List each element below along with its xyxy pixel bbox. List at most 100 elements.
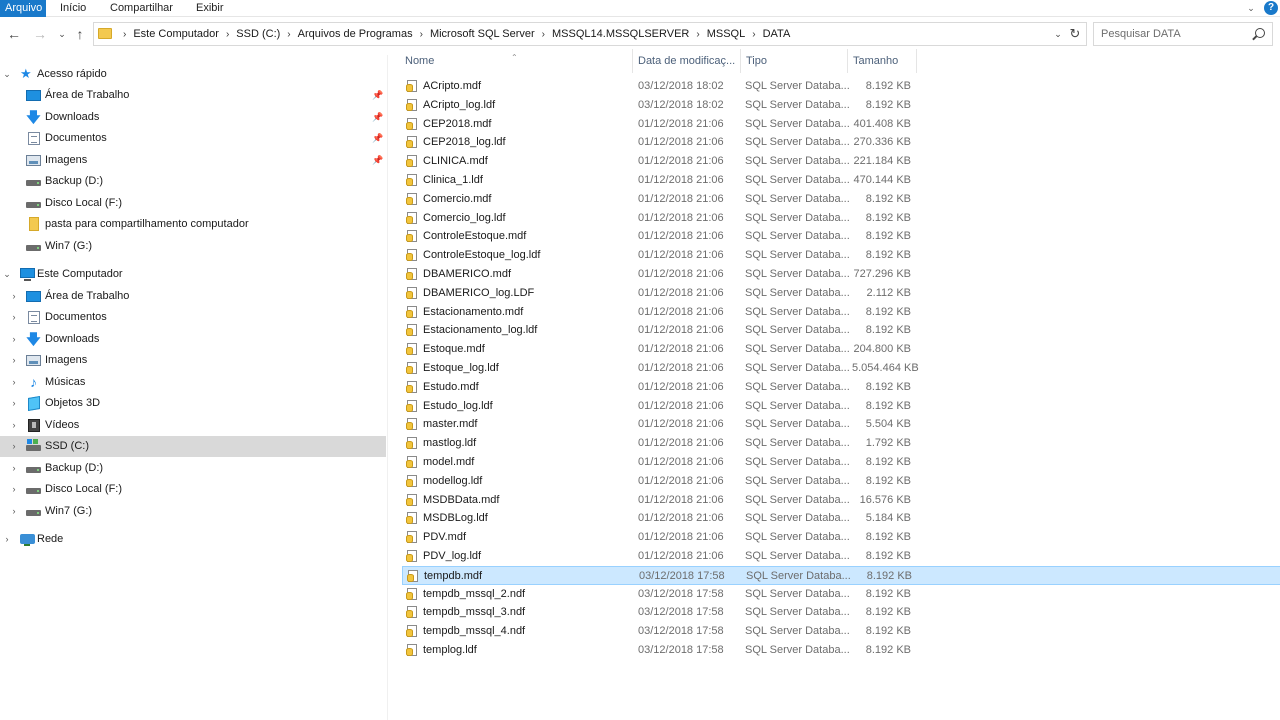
breadcrumb-separator-icon[interactable]: › [420,24,423,46]
file-row[interactable]: ControleEstoque_log.ldf 01/12/2018 21:06 S… [402,246,1280,265]
breadcrumb-microsoft-sql-server[interactable]: Microsoft SQL Server [430,28,535,40]
tab-arquivo[interactable]: Arquivo [0,0,46,17]
refresh-icon[interactable]: ↻ [1067,23,1083,45]
file-row[interactable]: Comercio.mdf 01/12/2018 21:06 SQL Server D… [402,190,1280,209]
file-row[interactable]: model.mdf 01/12/2018 21:06 SQL Server Data… [402,453,1280,472]
file-row[interactable]: CEP2018_log.ldf 01/12/2018 21:06 SQL Serve… [402,133,1280,152]
tree-item-pc-videos[interactable]: › Vídeos [0,415,386,436]
tree-item-rede[interactable]: › Rede [0,529,386,550]
file-row[interactable]: ACripto_log.ldf 03/12/2018 18:02 SQL Serve… [402,96,1280,115]
tab-compartilhar[interactable]: Compartilhar [104,0,179,17]
address-bar[interactable]: › Este Computador › SSD (C:) › Arquivos de Pr… [93,22,1087,46]
pin-icon[interactable]: 📌 [372,150,383,171]
back-arrow-icon[interactable]: ← [5,24,23,44]
file-row[interactable]: MSDBLog.ldf 01/12/2018 21:06 SQL Server Da… [402,509,1280,528]
tree-item-imagens[interactable]: Imagens 📌 [0,150,386,171]
breadcrumb-mssql14-mssqlserver[interactable]: MSSQL14.MSSQLSERVER [552,28,689,40]
tree-item-pc-ssd-c[interactable]: › SSD (C:) [0,436,386,457]
file-row[interactable]: CLINICA.mdf 01/12/2018 21:06 SQL Server Da… [402,152,1280,171]
tree-item-pc-objetos-3d[interactable]: › Objetos 3D [0,393,386,414]
tab-exibir[interactable]: Exibir [190,0,230,17]
chevron-right-icon[interactable]: › [8,393,20,414]
tree-item-pc-musicas[interactable]: › ♪ Músicas [0,372,386,393]
column-header-name[interactable]: Nome ⌃ [400,49,632,73]
chevron-down-icon[interactable]: ⌄ [1244,0,1258,16]
chevron-right-icon[interactable]: › [8,372,20,393]
tree-item-pc-downloads[interactable]: › 🡇 Downloads [0,329,386,350]
chevron-right-icon[interactable]: › [8,415,20,436]
chevron-down-icon[interactable]: ⌄ [1,264,13,285]
tree-item-backup-d[interactable]: Backup (D:) [0,171,386,192]
tree-item-acesso-rapido[interactable]: ⌄ ★ Acesso rápido [0,64,386,85]
chevron-down-icon[interactable]: ⌄ [1,64,13,85]
file-row[interactable]: tempdb_mssql_4.ndf 03/12/2018 17:58 SQL Se… [402,622,1280,641]
tree-item-win7-g[interactable]: Win7 (G:) [0,236,386,257]
file-row[interactable]: Estacionamento.mdf 01/12/2018 21:06 SQL Se… [402,303,1280,322]
breadcrumb-ssd-c[interactable]: SSD (C:) [236,28,280,40]
file-row[interactable]: MSDBData.mdf 01/12/2018 21:06 SQL Server D… [402,491,1280,510]
tree-item-downloads[interactable]: 🡇 Downloads 📌 [0,107,386,128]
chevron-right-icon[interactable]: › [8,479,20,500]
file-row[interactable]: tempdb.mdf 03/12/2018 17:58 SQL Server Dat… [402,565,1280,585]
file-row[interactable]: mastlog.ldf 01/12/2018 21:06 SQL Server Da… [402,434,1280,453]
file-row[interactable]: Estudo_log.ldf 01/12/2018 21:06 SQL Server… [402,397,1280,416]
file-row[interactable]: CEP2018.mdf 01/12/2018 21:06 SQL Server Da… [402,115,1280,134]
chevron-right-icon[interactable]: › [8,350,20,371]
tree-item-disco-local-f[interactable]: Disco Local (F:) [0,193,386,214]
tree-item-este-computador[interactable]: ⌄ Este Computador [0,264,386,285]
file-row[interactable]: modellog.ldf 01/12/2018 21:06 SQL Server D… [402,472,1280,491]
search-icon[interactable] [1255,28,1265,38]
tab-inicio[interactable]: Início [54,0,92,17]
tree-item-pc-win7-g[interactable]: › Win7 (G:) [0,501,386,522]
file-row[interactable]: DBAMERICO.mdf 01/12/2018 21:06 SQL Server … [402,265,1280,284]
breadcrumb-separator-icon[interactable]: › [752,24,755,46]
file-row[interactable]: Estoque_log.ldf 01/12/2018 21:06 SQL Serve… [402,359,1280,378]
column-header-type[interactable]: Tipo [741,49,847,73]
tree-item-area-de-trabalho[interactable]: Área de Trabalho 📌 [0,85,386,106]
chevron-right-icon[interactable]: › [8,329,20,350]
file-row[interactable]: Estacionamento_log.ldf 01/12/2018 21:06 SQ… [402,321,1280,340]
breadcrumb-separator-icon[interactable]: › [287,24,290,46]
chevron-right-icon[interactable]: › [1,529,13,550]
chevron-right-icon[interactable]: › [8,501,20,522]
forward-arrow-icon[interactable]: → [31,24,49,44]
pin-icon[interactable]: 📌 [372,85,383,106]
address-dropdown-icon[interactable]: ⌄ [1052,23,1064,45]
recent-locations-chevron-icon[interactable]: ⌄ [53,24,71,44]
file-row[interactable]: master.mdf 01/12/2018 21:06 SQL Server Dat… [402,415,1280,434]
column-header-size[interactable]: Tamanho [848,49,916,73]
breadcrumb-mssql[interactable]: MSSQL [707,28,746,40]
chevron-right-icon[interactable]: › [8,436,20,457]
file-row[interactable]: PDV_log.ldf 01/12/2018 21:06 SQL Server Da… [402,547,1280,566]
file-row[interactable]: Estoque.mdf 01/12/2018 21:06 SQL Server Da… [402,340,1280,359]
file-row[interactable]: DBAMERICO_log.LDF 01/12/2018 21:06 SQL Ser… [402,284,1280,303]
column-divider[interactable] [916,49,917,73]
column-header-date[interactable]: Data de modificaç... [633,49,740,73]
file-row[interactable]: tempdb_mssql_3.ndf 03/12/2018 17:58 SQL Se… [402,603,1280,622]
file-row[interactable]: Clinica_1.ldf 01/12/2018 21:06 SQL Server … [402,171,1280,190]
breadcrumb-separator-icon[interactable]: › [226,24,229,46]
chevron-right-icon[interactable]: › [8,307,20,328]
help-icon[interactable]: ? [1264,1,1278,15]
file-row[interactable]: Comercio_log.ldf 01/12/2018 21:06 SQL Serv… [402,209,1280,228]
breadcrumb-arquivos-de-programas[interactable]: Arquivos de Programas [298,28,413,40]
breadcrumb-este-computador[interactable]: Este Computador [133,28,219,40]
file-row[interactable]: Estudo.mdf 01/12/2018 21:06 SQL Server Dat… [402,378,1280,397]
tree-item-documentos[interactable]: Documentos 📌 [0,128,386,149]
file-row[interactable]: ACripto.mdf 03/12/2018 18:02 SQL Server Da… [402,77,1280,96]
tree-item-pc-documentos[interactable]: › Documentos [0,307,386,328]
file-row[interactable]: templog.ldf 03/12/2018 17:58 SQL Server Da… [402,641,1280,660]
pin-icon[interactable]: 📌 [372,107,383,128]
search-input[interactable] [1094,23,1244,45]
chevron-right-icon[interactable]: › [8,286,20,307]
tree-item-pc-area-de-trabalho[interactable]: › Área de Trabalho [0,286,386,307]
file-row[interactable]: PDV.mdf 01/12/2018 21:06 SQL Server Databa… [402,528,1280,547]
tree-item-pc-disco-local-f[interactable]: › Disco Local (F:) [0,479,386,500]
pin-icon[interactable]: 📌 [372,128,383,149]
tree-item-pc-backup-d[interactable]: › Backup (D:) [0,458,386,479]
up-arrow-icon[interactable]: ↑ [71,24,89,44]
breadcrumb-data[interactable]: DATA [763,28,791,40]
file-row[interactable]: ControleEstoque.mdf 01/12/2018 21:06 SQL S… [402,227,1280,246]
breadcrumb-separator-icon[interactable]: › [542,24,545,46]
breadcrumb-separator-icon[interactable]: › [696,24,699,46]
